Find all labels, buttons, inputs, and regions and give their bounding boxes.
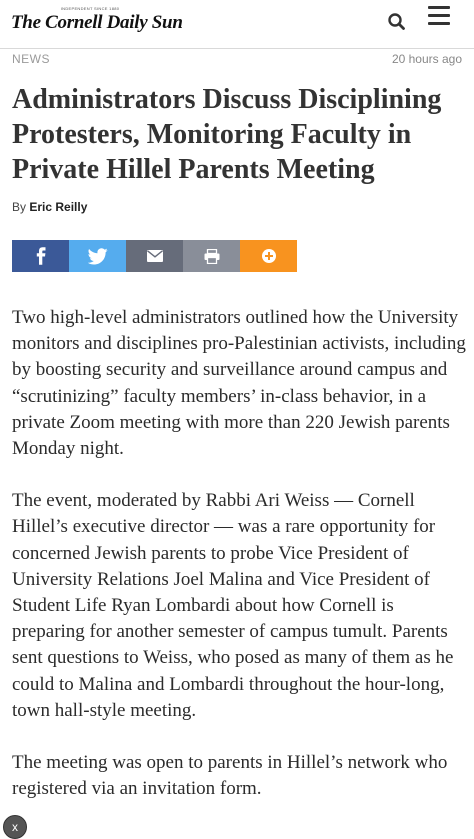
logo-wordmark: The Cornell Daily Sun bbox=[11, 12, 183, 33]
hamburger-menu-icon[interactable] bbox=[428, 6, 452, 28]
search-icon[interactable] bbox=[386, 10, 408, 32]
author-link[interactable]: Eric Reilly bbox=[29, 200, 87, 214]
close-overlay-button[interactable]: x bbox=[3, 815, 27, 839]
print-icon bbox=[204, 248, 219, 264]
print-button[interactable] bbox=[183, 240, 240, 272]
byline: By Eric Reilly bbox=[12, 200, 87, 214]
plus-icon bbox=[261, 249, 276, 263]
article-paragraph: The event, moderated by Rabbi Ari Weiss … bbox=[12, 490, 454, 721]
article-headline: Administrators Discuss Disciplining Prot… bbox=[12, 84, 442, 185]
section-label[interactable]: NEWS bbox=[12, 52, 50, 66]
share-email-button[interactable] bbox=[126, 240, 183, 272]
byline-prefix: By bbox=[12, 200, 27, 214]
share-twitter-button[interactable] bbox=[69, 240, 126, 272]
share-facebook-button[interactable] bbox=[12, 240, 69, 272]
article-paragraph: Two high-level administrators outlined h… bbox=[12, 307, 466, 460]
logo-tagline: INDEPENDENT SINCE 1880 bbox=[60, 6, 120, 11]
article-body: Two high-level administrators outlined h… bbox=[12, 305, 467, 828]
email-icon bbox=[146, 250, 163, 262]
twitter-icon bbox=[87, 247, 108, 264]
facebook-icon bbox=[36, 247, 45, 265]
article-paragraph: The meeting was open to parents in Hille… bbox=[12, 752, 448, 800]
share-more-button[interactable] bbox=[240, 240, 297, 272]
publish-timestamp: 20 hours ago bbox=[391, 52, 462, 66]
site-header: INDEPENDENT SINCE 1880 The Cornell Daily… bbox=[0, 0, 474, 49]
share-bar bbox=[12, 240, 297, 272]
site-logo[interactable]: INDEPENDENT SINCE 1880 The Cornell Daily… bbox=[11, 6, 183, 40]
